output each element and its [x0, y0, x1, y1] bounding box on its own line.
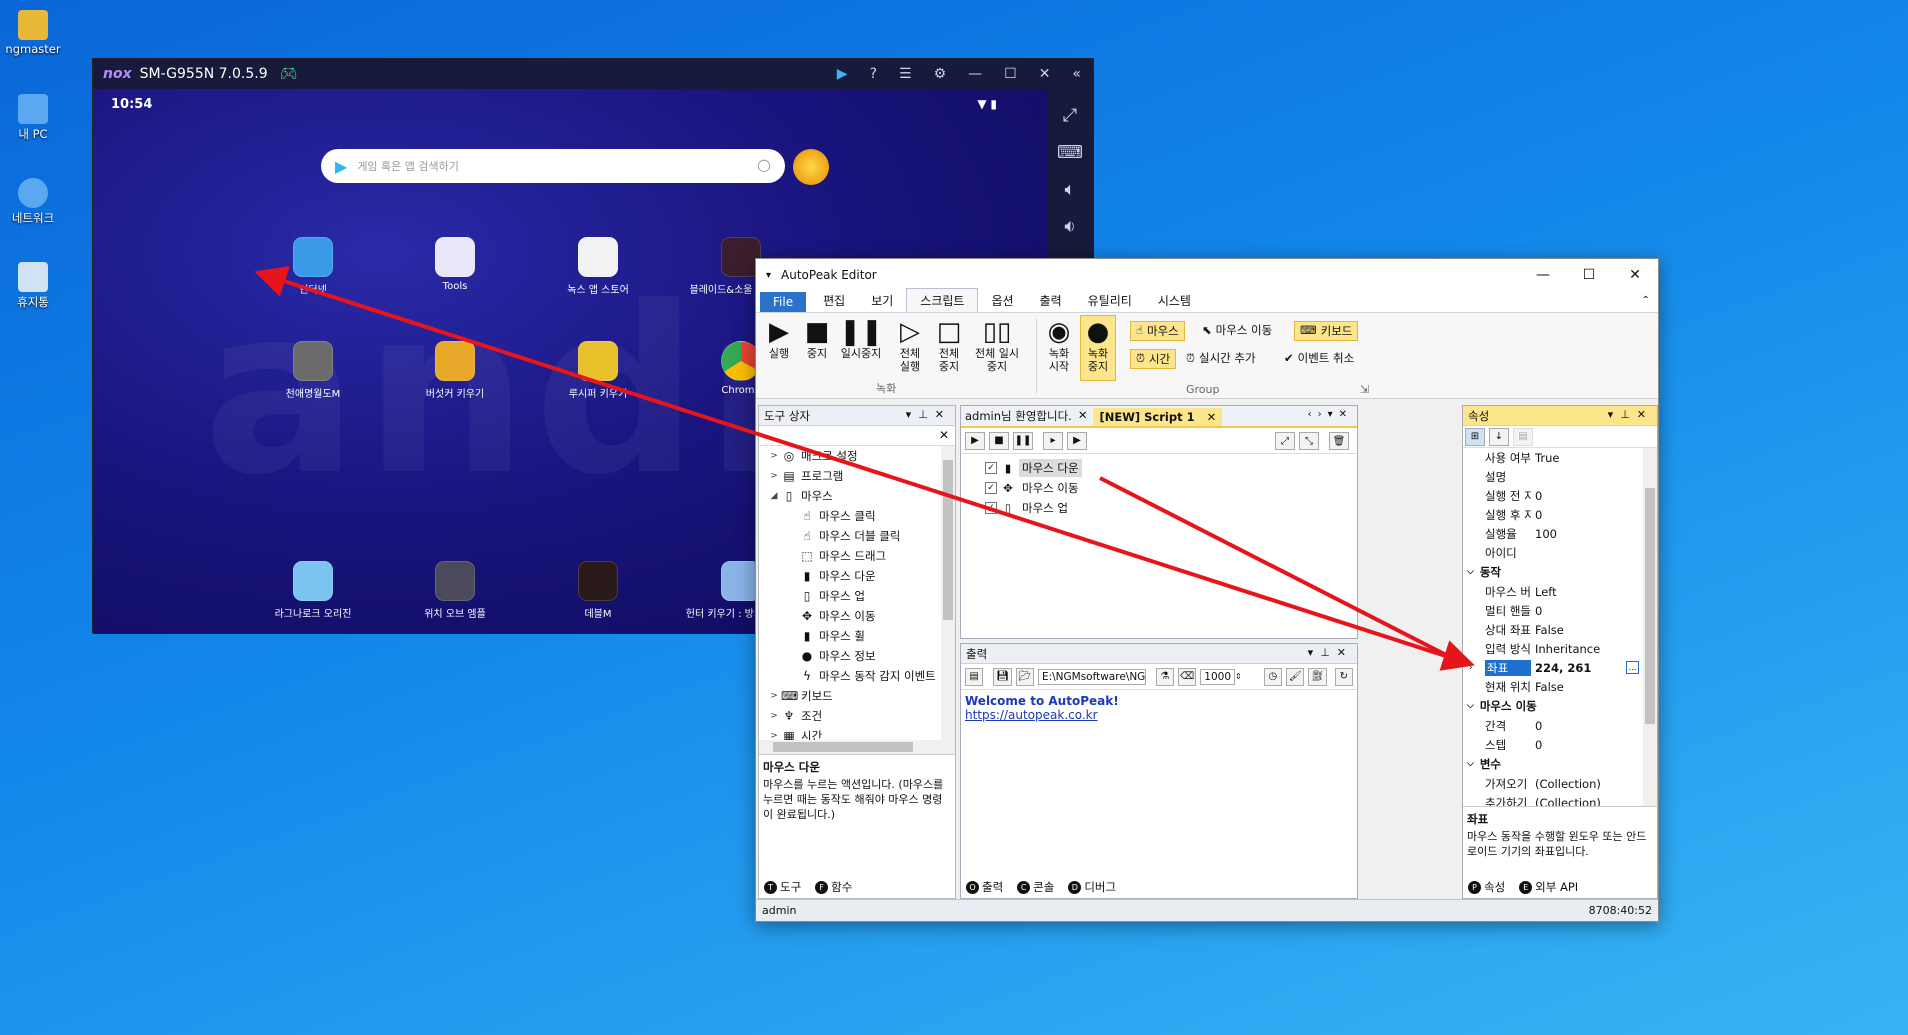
arrow-to-internet-icon — [254, 266, 1475, 671]
annotation-arrows — [254, 266, 1475, 671]
property-scrollbar[interactable] — [1643, 448, 1657, 806]
arrow-to-coordinate-property — [1099, 476, 1453, 660]
